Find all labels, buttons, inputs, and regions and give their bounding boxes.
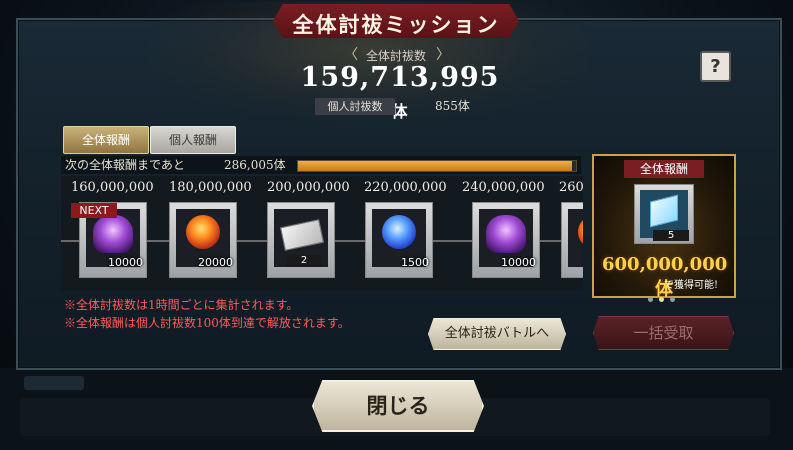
progress-bar — [297, 160, 577, 172]
blue-orb-icon — [382, 215, 416, 249]
reward-threshold: 180,000,000 — [169, 180, 252, 195]
crystal-ticket-icon — [650, 194, 678, 228]
ticket-icon — [279, 219, 325, 251]
go-to-battle-button[interactable]: 全体討祓バトルへ — [428, 318, 566, 350]
reward-frame — [568, 209, 583, 267]
reward-item[interactable] — [561, 202, 583, 278]
fire-orb-icon — [186, 215, 220, 249]
reward-track[interactable]: 160,000,000 10000 NEXT 180,000,000 20000… — [61, 176, 583, 290]
pagination-dot-active[interactable] — [659, 297, 664, 302]
purple-monster-icon — [93, 215, 133, 253]
fire-orb-icon — [578, 215, 583, 249]
pagination-dot[interactable] — [670, 297, 675, 302]
featured-reward-item[interactable]: 5 — [634, 184, 694, 244]
progress-label: 次の全体報酬まであと — [65, 158, 185, 172]
note-line: ※全体報酬は個人討祓数100体到達で解放されます。 — [64, 316, 350, 330]
reward-item[interactable]: 20000 — [169, 202, 237, 278]
reward-threshold: 160,000,000 — [71, 180, 154, 195]
reward-count: 1500 — [401, 256, 429, 269]
reward-count: 10000 — [501, 256, 536, 269]
progress-remaining: 286,005体 — [224, 158, 286, 172]
background-label — [24, 376, 84, 390]
featured-reward-note: で獲得可能! — [664, 280, 719, 291]
progress-bar-fill — [298, 161, 572, 171]
featured-reward-title: 全体報酬 — [624, 160, 704, 178]
purple-monster-icon — [486, 215, 526, 253]
title-banner: 全体討祓ミッション — [273, 4, 519, 38]
close-button[interactable]: 閉じる — [312, 380, 484, 432]
next-reward-progress: 次の全体報酬まであと 286,005体 — [61, 156, 581, 174]
reward-threshold: 260 — [559, 180, 583, 195]
reward-count: 2 — [286, 255, 322, 267]
reward-item[interactable]: 10000 — [472, 202, 540, 278]
tab-total-rewards[interactable]: 全体報酬 — [63, 126, 149, 154]
reward-count: 20000 — [198, 256, 233, 269]
reward-threshold: 200,000,000 — [267, 180, 350, 195]
note-line: ※全体討祓数は1時間ごとに集計されます。 — [64, 298, 299, 312]
page-title: 全体討祓ミッション — [292, 12, 500, 37]
reward-item[interactable]: 1500 — [365, 202, 433, 278]
personal-subjugation-row: 個人討祓数 855体 — [315, 98, 500, 116]
featured-reward-count: 5 — [653, 230, 689, 241]
reward-item[interactable]: 2 — [267, 202, 335, 278]
notes: ※全体討祓数は1時間ごとに集計されます。 ※全体報酬は個人討祓数100体到達で解… — [64, 296, 350, 332]
pagination-dots[interactable] — [648, 297, 688, 305]
reward-count: 10000 — [108, 256, 143, 269]
total-value-number: 159,713,995 — [300, 62, 500, 93]
tab-personal-rewards[interactable]: 個人報酬 — [150, 126, 236, 154]
question-mark-icon[interactable]: ? — [700, 51, 731, 82]
pagination-dot[interactable] — [648, 297, 653, 302]
featured-reward-card[interactable]: 全体報酬 5 600,000,000体 で獲得可能! — [592, 154, 736, 300]
personal-subjugation-label: 個人討祓数 — [315, 98, 395, 115]
collect-all-button[interactable]: 一括受取 — [593, 316, 734, 350]
personal-subjugation-value: 855体 — [435, 99, 470, 113]
reward-threshold: 240,000,000 — [462, 180, 545, 195]
reward-threshold: 220,000,000 — [364, 180, 447, 195]
next-badge: NEXT — [71, 203, 117, 218]
